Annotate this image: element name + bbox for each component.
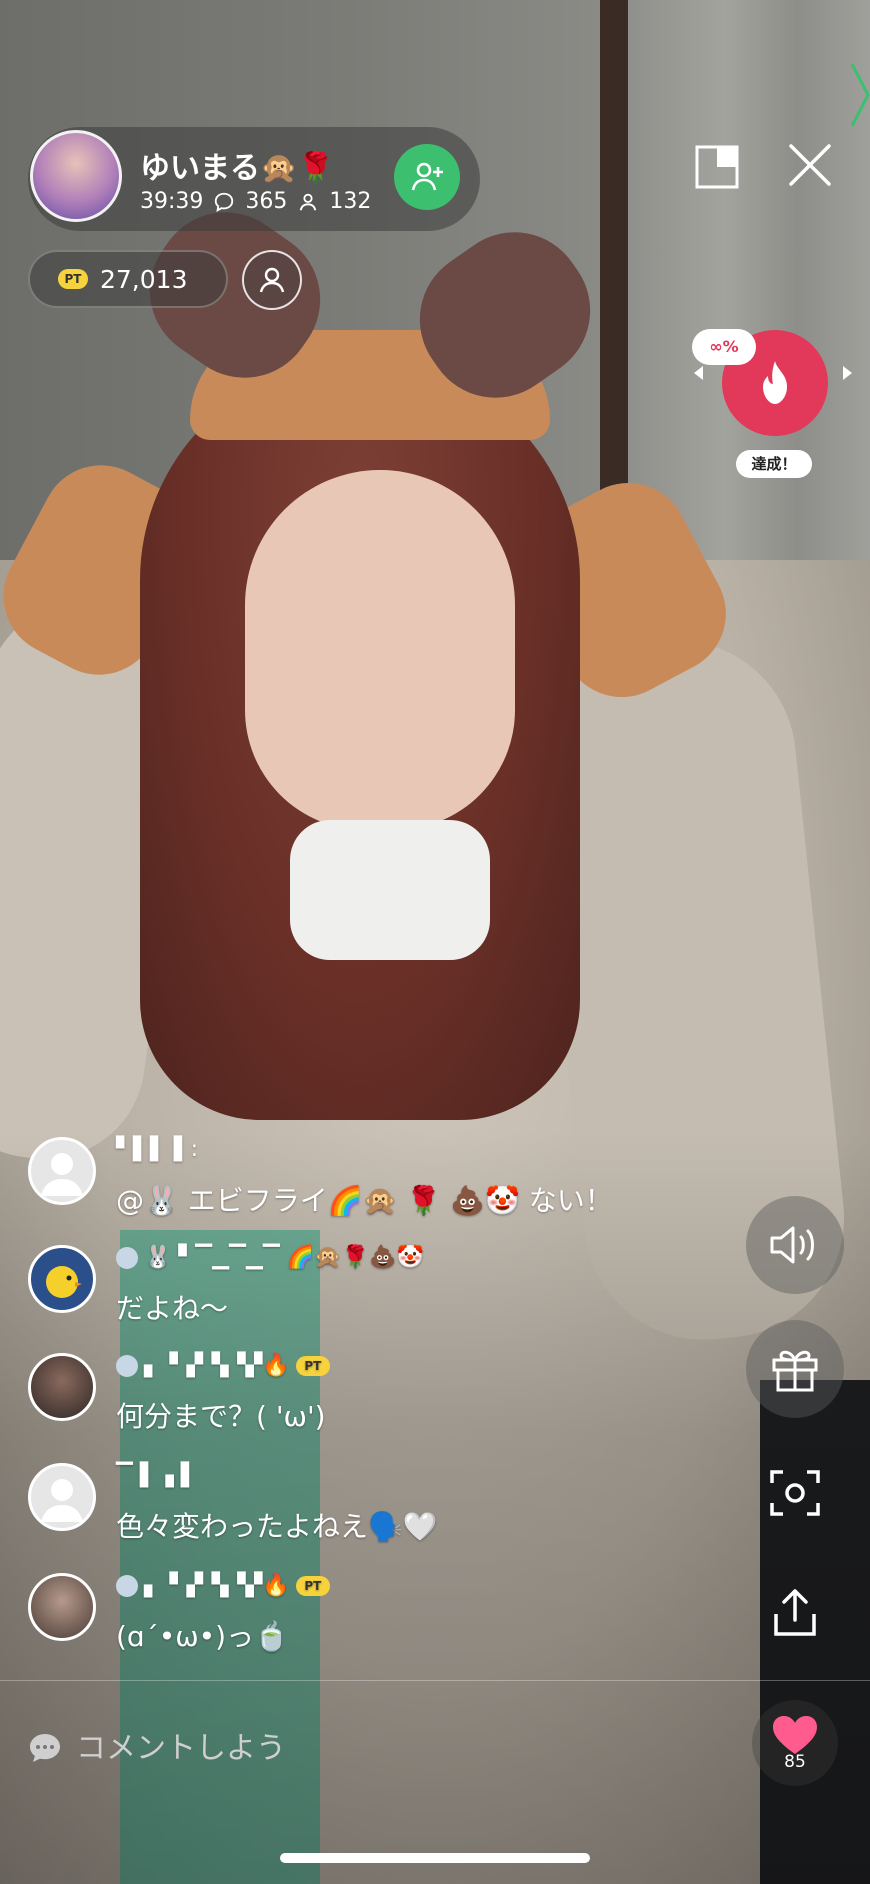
- mission-percent-bubble: ∞%: [692, 329, 756, 365]
- heart-icon: [773, 1716, 817, 1754]
- comment-text: @🐰 エビフライ🌈🙊 🌹 💩🤡 ない！: [116, 1184, 613, 1217]
- pt-badge: PT: [295, 1356, 330, 1376]
- viewer-count: 132: [329, 189, 372, 214]
- person-icon: [259, 267, 285, 293]
- points-pill[interactable]: PT 27,013: [28, 250, 228, 308]
- picture-in-picture-icon[interactable]: [695, 145, 739, 189]
- commenter-name[interactable]: ▖▝▗▘▚▝▞🔥 PT: [116, 1353, 330, 1378]
- gift-button[interactable]: [746, 1320, 844, 1418]
- points-value: 27,013: [100, 264, 188, 294]
- comment-text: 何分まで？( 'ω'): [116, 1400, 326, 1433]
- comment-count: 365: [245, 189, 288, 214]
- commenter-avatar[interactable]: [28, 1245, 96, 1313]
- close-icon[interactable]: [785, 140, 835, 190]
- stream-stats: 39:39 365 132: [140, 189, 371, 214]
- mission-status-label: 達成！: [736, 450, 812, 478]
- share-icon: [774, 1589, 816, 1636]
- commenter-avatar[interactable]: [28, 1573, 96, 1641]
- comment-input[interactable]: [76, 1730, 596, 1766]
- like-count: 85: [784, 1752, 806, 1772]
- comment-item[interactable]: ▖▝▗▘▚▝▞🔥 PT (ɑ΄•ω•)っ🍵: [28, 1573, 668, 1653]
- commenter-avatar[interactable]: [28, 1463, 96, 1531]
- commenter-avatar[interactable]: [28, 1137, 96, 1205]
- commenter-name[interactable]: ▔ ▌▗ ▌: [116, 1463, 198, 1488]
- comment-item[interactable]: 🐰 ▘▔▁▔▁▔ 🌈🙊🌹💩🤡 だよね〜: [28, 1245, 668, 1325]
- comment-item[interactable]: ▘▌▌ ▌: @🐰 エビフライ🌈🙊 🌹 💩🤡 ない！: [28, 1137, 668, 1217]
- rank-badge-icon: [116, 1575, 138, 1597]
- rank-badge-icon: [116, 1247, 138, 1269]
- commenter-name[interactable]: 🐰 ▘▔▁▔▁▔ 🌈🙊🌹💩🤡: [116, 1245, 424, 1270]
- commenter-avatar[interactable]: [28, 1353, 96, 1421]
- commenter-name[interactable]: ▘▌▌ ▌:: [116, 1137, 198, 1162]
- commenter-name[interactable]: ▖▝▗▘▚▝▞🔥 PT: [116, 1573, 330, 1598]
- like-button[interactable]: [752, 1700, 838, 1786]
- commenter-name-text: ▖▝▗▘▚▝▞🔥: [144, 1573, 290, 1598]
- commenter-name-text: ▖▝▗▘▚▝▞🔥: [144, 1353, 290, 1378]
- gift-icon: [772, 1350, 818, 1392]
- add-user-icon: [411, 162, 443, 191]
- comment-item[interactable]: ▖▝▗▘▚▝▞🔥 PT 何分まで？( 'ω'): [28, 1353, 668, 1433]
- divider: [0, 1680, 870, 1681]
- comment-icon: [215, 192, 234, 212]
- mission-widget[interactable]: ∞% 達成！: [692, 325, 828, 478]
- host-name[interactable]: ゆいまる🙊🌹: [140, 143, 335, 187]
- chat-bubble-icon: [30, 1734, 60, 1762]
- speaker-icon: [770, 1226, 814, 1264]
- pt-badge: PT: [295, 1576, 330, 1596]
- comment-input-bar[interactable]: [28, 1722, 628, 1774]
- default-avatar-icon: [41, 1153, 83, 1196]
- rank-badge-icon: [116, 1355, 138, 1377]
- comment-text: (ɑ΄•ω•)っ🍵: [116, 1620, 289, 1653]
- default-avatar-icon: [41, 1479, 83, 1522]
- flame-icon: [763, 361, 787, 404]
- home-indicator[interactable]: [280, 1853, 590, 1863]
- pt-badge: PT: [58, 269, 88, 289]
- comment-item[interactable]: ▔ ▌▗ ▌ 色々変わったよねえ🗣️🤍: [28, 1463, 668, 1543]
- screenshot-icon: [770, 1470, 820, 1516]
- follow-button[interactable]: [394, 144, 460, 210]
- commenter-name-text: 🐰 ▘▔▁▔▁▔ 🌈🙊🌹💩🤡: [144, 1245, 424, 1270]
- viewer-list-button[interactable]: [242, 250, 302, 310]
- comment-text: だよね〜: [116, 1292, 229, 1325]
- comment-text: 色々変わったよねえ🗣️🤍: [116, 1510, 438, 1543]
- user-icon: [300, 193, 317, 211]
- screenshot-button[interactable]: [760, 1458, 830, 1528]
- side-panel-tab-icon[interactable]: [850, 60, 870, 130]
- sound-button[interactable]: [746, 1196, 844, 1294]
- elapsed-time: 39:39: [140, 189, 204, 214]
- mission-next-arrow[interactable]: [843, 366, 852, 380]
- share-button[interactable]: [760, 1578, 830, 1648]
- host-avatar[interactable]: [30, 130, 122, 222]
- chick-avatar-icon: [46, 1266, 82, 1298]
